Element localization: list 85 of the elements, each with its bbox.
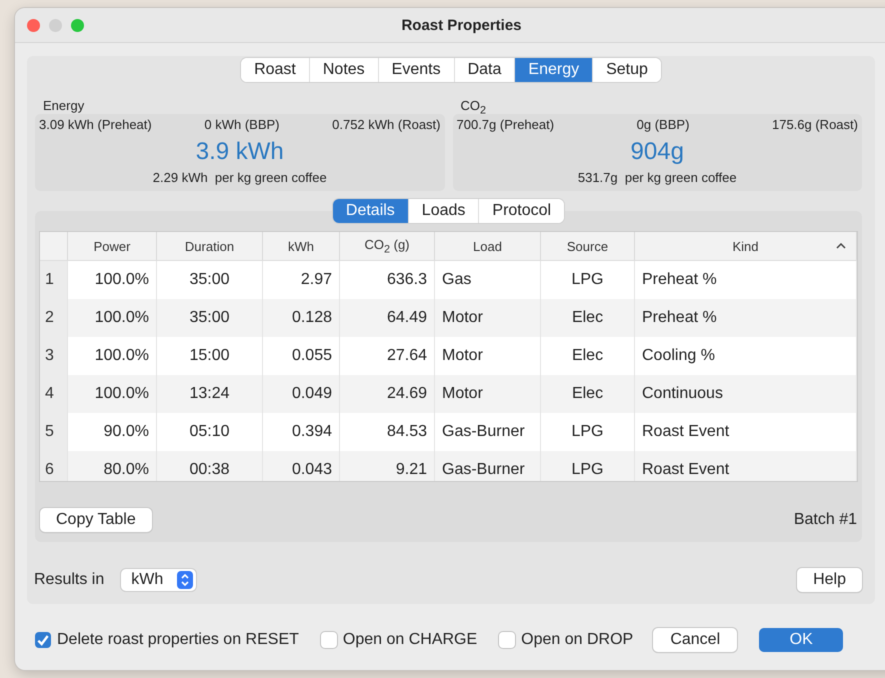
row-number: 1 bbox=[45, 271, 54, 288]
table-cell: 84.53 bbox=[386, 423, 427, 440]
table-cell: Cooling % bbox=[642, 347, 715, 364]
table-cell: 64.49 bbox=[386, 309, 427, 326]
tab[interactable]: Protocol bbox=[478, 199, 564, 223]
table-cell: LPG bbox=[571, 423, 604, 440]
table-cell: Roast Event bbox=[642, 423, 730, 440]
table-cell: 13:24 bbox=[189, 385, 230, 402]
table-cell: 100.0% bbox=[94, 271, 149, 288]
per-kg-label: 2.29 kWh per kg green coffee bbox=[152, 170, 327, 185]
table-cell: 0.394 bbox=[292, 423, 332, 440]
tab[interactable]: Details bbox=[332, 199, 408, 223]
table-cell: 35:00 bbox=[189, 271, 230, 288]
total-value: 904g bbox=[630, 138, 684, 166]
stepper-icon bbox=[177, 571, 194, 589]
table-cell: 05:10 bbox=[189, 423, 230, 440]
row-number: 2 bbox=[45, 309, 54, 326]
checkbox[interactable] bbox=[35, 632, 51, 648]
table-cell: Motor bbox=[442, 385, 483, 402]
row-number: 3 bbox=[45, 347, 54, 364]
value-label: 0g (BBP) bbox=[636, 117, 690, 132]
checkbox[interactable] bbox=[320, 632, 337, 648]
table-cell: Elec bbox=[572, 385, 604, 402]
table-cell: Motor bbox=[442, 347, 483, 364]
minimize-button[interactable] bbox=[49, 18, 62, 32]
column-header[interactable]: Load bbox=[473, 238, 502, 254]
column-header[interactable]: Kind bbox=[732, 238, 759, 254]
results-label: Results in bbox=[34, 571, 104, 589]
close-button[interactable] bbox=[27, 18, 40, 32]
table-cell: LPG bbox=[571, 461, 604, 478]
checkbox-label: Open on DROP bbox=[521, 631, 634, 649]
copy-table-button[interactable]: Copy Table bbox=[40, 508, 152, 532]
tab[interactable]: Energy bbox=[514, 58, 592, 82]
cancel-button[interactable]: Cancel bbox=[653, 628, 738, 652]
value-label: 3.09 kWh (Preheat) bbox=[39, 117, 152, 132]
row-number: 6 bbox=[45, 461, 54, 478]
table-cell: 100.0% bbox=[94, 309, 149, 326]
help-button[interactable]: Help bbox=[797, 568, 862, 592]
window-title: Roast Properties bbox=[400, 16, 523, 34]
table-cell: Motor bbox=[442, 309, 483, 326]
table-cell: 0.049 bbox=[292, 385, 332, 402]
value-label: 175.6g (Roast) bbox=[772, 117, 858, 132]
per-kg-label: 531.7g per kg green coffee bbox=[578, 170, 737, 185]
table-cell: Gas-Burner bbox=[442, 423, 525, 440]
checkbox-label: Delete roast properties on RESET bbox=[57, 631, 299, 649]
table-cell: Gas-Burner bbox=[442, 461, 525, 478]
value-label: 0 kWh (BBP) bbox=[204, 117, 280, 132]
table-cell: Continuous bbox=[642, 385, 723, 402]
table-cell: 9.21 bbox=[396, 461, 427, 478]
value-label: 700.7g (Preheat) bbox=[456, 117, 554, 132]
table-cell: 100.0% bbox=[94, 347, 149, 364]
table-cell: 0.043 bbox=[292, 461, 332, 478]
table-cell: 2.97 bbox=[300, 271, 332, 288]
ok-button[interactable]: OK bbox=[759, 628, 844, 652]
table-cell: 00:38 bbox=[189, 461, 230, 478]
tab[interactable]: Setup bbox=[592, 58, 661, 82]
total-value: 3.9 kWh bbox=[196, 138, 284, 166]
table-cell: 15:00 bbox=[189, 347, 230, 364]
table-cell: Gas bbox=[442, 271, 472, 288]
checkbox[interactable] bbox=[499, 632, 516, 648]
group-title: Energy bbox=[42, 98, 86, 114]
table-cell: 636.3 bbox=[386, 271, 427, 288]
table-cell: Preheat % bbox=[642, 271, 717, 288]
zoom-button[interactable] bbox=[71, 18, 84, 32]
table-cell: Elec bbox=[572, 347, 604, 364]
value-label: 0.752 kWh (Roast) bbox=[332, 117, 440, 132]
unit-dropdown[interactable]: kWh bbox=[121, 569, 196, 591]
batch-label: Batch #1 bbox=[794, 511, 857, 529]
column-header[interactable]: kWh bbox=[288, 238, 314, 254]
table-cell: 0.055 bbox=[292, 347, 332, 364]
checkbox-label: Open on CHARGE bbox=[342, 631, 478, 649]
table-cell: 27.64 bbox=[386, 347, 427, 364]
table-cell: Elec bbox=[572, 309, 604, 326]
row-number: 4 bbox=[45, 385, 54, 402]
table-cell: LPG bbox=[571, 271, 604, 288]
table-cell: Preheat % bbox=[642, 309, 717, 326]
table-cell: 80.0% bbox=[104, 461, 149, 478]
table-cell: 100.0% bbox=[94, 385, 149, 402]
table-cell: 24.69 bbox=[386, 385, 427, 402]
table-cell: 0.128 bbox=[292, 309, 332, 326]
table-cell: Roast Event bbox=[642, 461, 730, 478]
table-cell: 90.0% bbox=[104, 423, 149, 440]
row-number: 5 bbox=[45, 423, 54, 440]
group-title: CO$_{2}$ bbox=[460, 98, 488, 114]
table-cell: 35:00 bbox=[189, 309, 230, 326]
